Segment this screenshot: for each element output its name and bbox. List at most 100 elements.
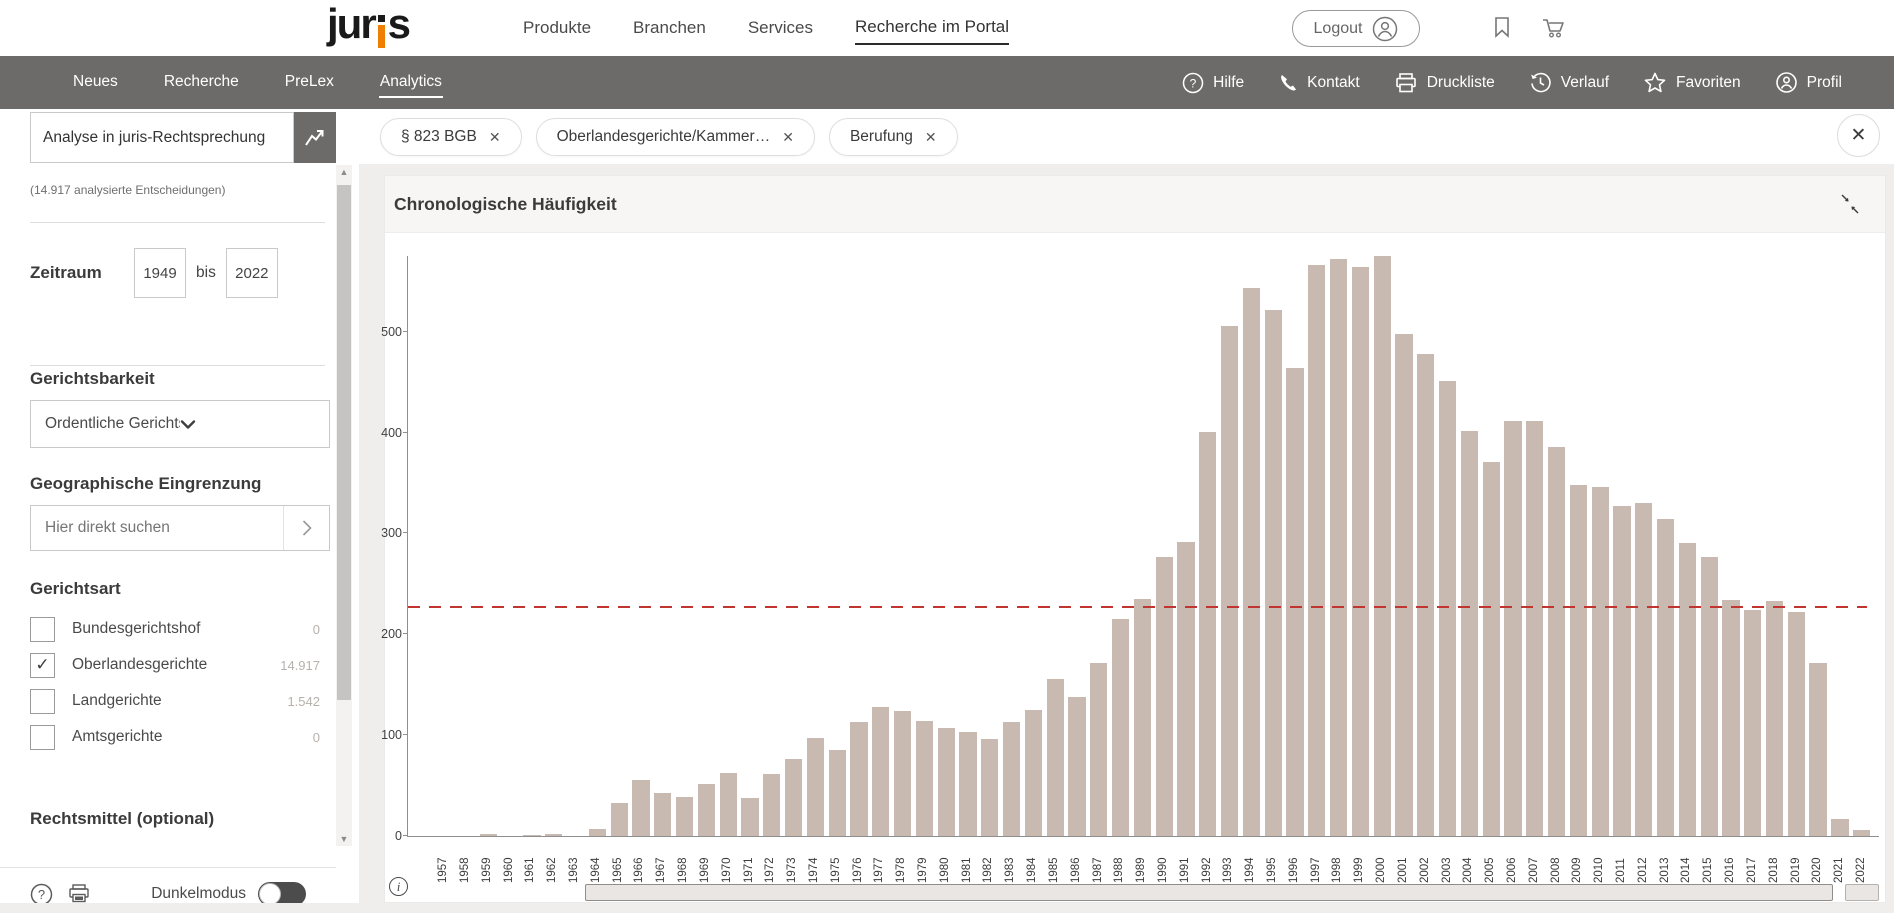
scroll-down-icon[interactable]: ▼: [336, 834, 352, 844]
bar-2002[interactable]: [1417, 354, 1434, 836]
bar-1987[interactable]: [1090, 663, 1107, 836]
hilfe-button[interactable]: ? Hilfe: [1182, 72, 1244, 94]
bar-2019[interactable]: [1788, 612, 1805, 836]
chip-remove-icon[interactable]: ✕: [782, 129, 794, 146]
bar-2014[interactable]: [1679, 543, 1696, 836]
bar-1978[interactable]: [894, 711, 911, 836]
juris-logo[interactable]: jurs: [327, 8, 409, 48]
scroll-up-icon[interactable]: ▲: [336, 167, 352, 177]
bar-2007[interactable]: [1526, 421, 1543, 836]
bookmark-icon[interactable]: [1489, 14, 1515, 40]
bar-2010[interactable]: [1592, 487, 1609, 836]
bar-1990[interactable]: [1156, 557, 1173, 836]
bar-1973[interactable]: [785, 759, 802, 836]
bar-1984[interactable]: [1025, 710, 1042, 836]
collapse-icon[interactable]: [1839, 193, 1861, 215]
bar-1998[interactable]: [1330, 259, 1347, 836]
gerichtsbarkeit-select[interactable]: Ordentliche Gerichtsbarkeit (Zivils…: [30, 400, 330, 448]
bar-1991[interactable]: [1177, 542, 1194, 836]
chip-remove-icon[interactable]: ✕: [489, 129, 501, 146]
sidebar-scrollbar-thumb[interactable]: [337, 185, 351, 700]
bar-1962[interactable]: [545, 834, 562, 836]
bar-1986[interactable]: [1068, 697, 1085, 836]
bar-1961[interactable]: [523, 835, 540, 836]
druckliste-button[interactable]: Druckliste: [1394, 72, 1495, 94]
chip-remove-icon[interactable]: ✕: [925, 129, 937, 146]
bar-1967[interactable]: [654, 793, 671, 836]
bar-2001[interactable]: [1395, 334, 1412, 836]
checkbox-checked[interactable]: ✓: [30, 653, 55, 678]
bar-1995[interactable]: [1265, 310, 1282, 836]
close-analysis-button[interactable]: ✕: [1837, 114, 1880, 157]
logout-button[interactable]: Logout: [1292, 10, 1420, 47]
time-range-slider-handle[interactable]: [1845, 884, 1879, 901]
bar-2020[interactable]: [1809, 663, 1826, 836]
bar-1970[interactable]: [720, 773, 737, 836]
bar-1974[interactable]: [807, 738, 824, 836]
verlauf-button[interactable]: Verlauf: [1529, 71, 1609, 94]
info-icon[interactable]: i: [389, 877, 408, 896]
nav-prelex[interactable]: PreLex: [284, 68, 335, 98]
zeitraum-to-input[interactable]: [226, 248, 278, 298]
zeitraum-from-input[interactable]: [134, 248, 186, 298]
bar-1980[interactable]: [938, 728, 955, 836]
cart-icon[interactable]: [1540, 14, 1566, 40]
bar-2015[interactable]: [1701, 557, 1718, 836]
favoriten-button[interactable]: Favoriten: [1643, 71, 1741, 94]
bar-1966[interactable]: [632, 780, 649, 836]
analyse-search-input[interactable]: [30, 112, 294, 163]
topnav-branchen[interactable]: Branchen: [633, 12, 706, 44]
bar-1959[interactable]: [480, 834, 497, 836]
bar-1965[interactable]: [611, 803, 628, 836]
sidebar-scrollbar[interactable]: ▲ ▼: [336, 165, 352, 846]
bar-1982[interactable]: [981, 739, 998, 836]
bar-2021[interactable]: [1831, 819, 1848, 836]
bar-1975[interactable]: [829, 750, 846, 836]
bar-2005[interactable]: [1483, 462, 1500, 836]
geo-search-input[interactable]: [31, 506, 283, 550]
topnav-recherche-im-portal[interactable]: Recherche im Portal: [855, 11, 1009, 45]
checkbox-unchecked[interactable]: [30, 725, 55, 750]
bar-2009[interactable]: [1570, 485, 1587, 836]
topnav-produkte[interactable]: Produkte: [523, 12, 591, 44]
bar-2004[interactable]: [1461, 431, 1478, 836]
bar-1969[interactable]: [698, 784, 715, 836]
bar-1971[interactable]: [741, 798, 758, 836]
bar-1985[interactable]: [1047, 679, 1064, 836]
bar-1993[interactable]: [1221, 326, 1238, 836]
bar-1996[interactable]: [1286, 368, 1303, 836]
bar-1999[interactable]: [1352, 267, 1369, 836]
geo-search-button[interactable]: [283, 506, 329, 550]
bar-1989[interactable]: [1134, 599, 1151, 836]
bar-1964[interactable]: [589, 829, 606, 836]
bar-1992[interactable]: [1199, 432, 1216, 836]
bar-2011[interactable]: [1613, 506, 1630, 836]
bar-1976[interactable]: [850, 722, 867, 836]
bar-2006[interactable]: [1504, 421, 1521, 836]
bar-1979[interactable]: [916, 721, 933, 836]
bar-1981[interactable]: [959, 732, 976, 836]
analyse-run-button[interactable]: [294, 112, 336, 163]
bar-2018[interactable]: [1766, 601, 1783, 836]
bar-2003[interactable]: [1439, 381, 1456, 836]
bar-1972[interactable]: [763, 774, 780, 836]
profil-button[interactable]: Profil: [1775, 71, 1842, 94]
bar-1997[interactable]: [1308, 265, 1325, 836]
nav-analytics[interactable]: Analytics: [379, 68, 443, 98]
bar-2008[interactable]: [1548, 447, 1565, 836]
time-range-slider[interactable]: [585, 884, 1833, 901]
bar-1994[interactable]: [1243, 288, 1260, 836]
checkbox-unchecked[interactable]: [30, 617, 55, 642]
kontakt-button[interactable]: Kontakt: [1278, 73, 1360, 93]
bar-2017[interactable]: [1744, 610, 1761, 836]
bar-2012[interactable]: [1635, 503, 1652, 836]
bar-1983[interactable]: [1003, 722, 1020, 836]
bar-1968[interactable]: [676, 797, 693, 836]
bar-2013[interactable]: [1657, 519, 1674, 836]
checkbox-unchecked[interactable]: [30, 689, 55, 714]
bar-2022[interactable]: [1853, 830, 1870, 836]
bar-1977[interactable]: [872, 707, 889, 836]
topnav-services[interactable]: Services: [748, 12, 813, 44]
bar-2016[interactable]: [1722, 600, 1739, 836]
bar-1988[interactable]: [1112, 619, 1129, 836]
